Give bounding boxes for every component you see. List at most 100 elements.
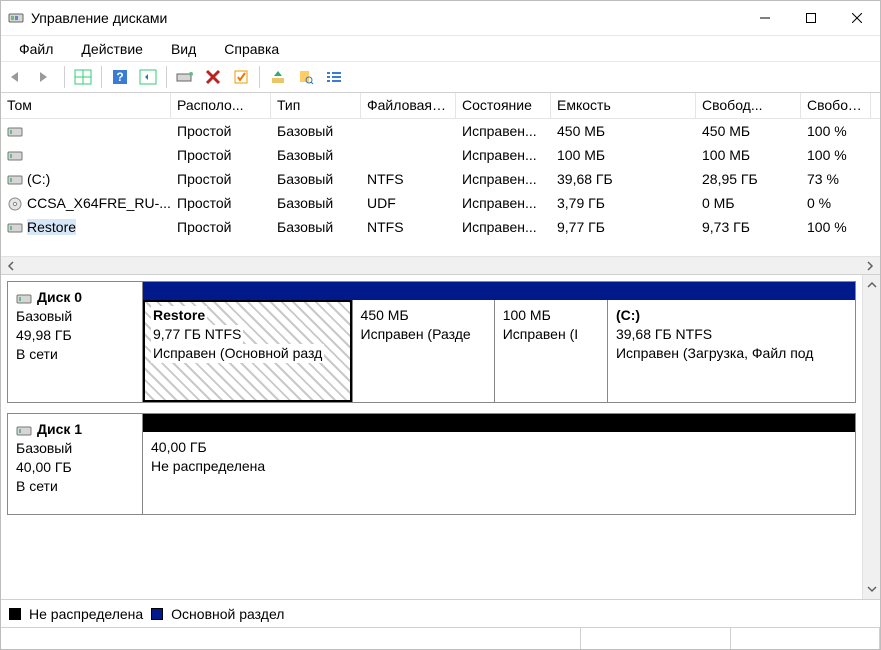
cell-text: Базовый bbox=[277, 195, 333, 211]
cell-text: Restore bbox=[27, 219, 76, 235]
cell: Базовый bbox=[271, 169, 361, 189]
view-panes-button[interactable] bbox=[70, 64, 96, 90]
cell: UDF bbox=[361, 193, 456, 213]
volume-row[interactable]: ПростойБазовыйИсправен...100 МБ100 МБ100… bbox=[1, 143, 880, 167]
menu-help[interactable]: Справка bbox=[210, 38, 293, 60]
col-volume[interactable]: Том bbox=[1, 93, 171, 118]
cell-text: Простой bbox=[177, 195, 232, 211]
partition-name: Restore bbox=[151, 306, 207, 325]
minimize-button[interactable] bbox=[742, 3, 788, 33]
disk-size: 49,98 ГБ bbox=[16, 326, 134, 345]
disk-block: Диск 0Базовый49,98 ГБВ сетиRestore9,77 Г… bbox=[7, 281, 856, 403]
disk-block: Диск 1Базовый40,00 ГБВ сети40,00 ГБНе ра… bbox=[7, 413, 856, 515]
disk-management-window: Управление дисками Файл Действие Вид Спр… bbox=[0, 0, 881, 650]
cell: Исправен... bbox=[456, 169, 551, 189]
refresh-button[interactable] bbox=[135, 64, 161, 90]
col-freepct[interactable]: Свобод... bbox=[801, 93, 871, 118]
statusbar bbox=[1, 627, 880, 649]
col-capacity[interactable]: Емкость bbox=[551, 93, 696, 118]
volumes-pane: Том Располо... Тип Файловая с... Состоян… bbox=[1, 93, 880, 275]
cell: Базовый bbox=[271, 121, 361, 141]
cell-text: (C:) bbox=[27, 171, 50, 187]
horizontal-scrollbar[interactable] bbox=[1, 256, 880, 274]
scroll-up-icon[interactable] bbox=[864, 277, 880, 293]
rescan-button[interactable] bbox=[172, 64, 198, 90]
maximize-button[interactable] bbox=[788, 3, 834, 33]
menu-file[interactable]: Файл bbox=[5, 38, 67, 60]
cell-text: 100 % bbox=[807, 219, 847, 235]
cell: CCSA_X64FRE_RU-... bbox=[1, 193, 171, 213]
partition[interactable]: 450 МБИсправен (Разде bbox=[352, 300, 494, 402]
cell-text: Базовый bbox=[277, 123, 333, 139]
col-free[interactable]: Свобод... bbox=[696, 93, 801, 118]
statusbar-cell-1 bbox=[581, 628, 731, 649]
cell: Простой bbox=[171, 217, 271, 237]
cell-text: NTFS bbox=[367, 171, 404, 187]
cell-text: CCSA_X64FRE_RU-... bbox=[27, 195, 171, 211]
cell: Базовый bbox=[271, 217, 361, 237]
partition-status: Исправен (I bbox=[503, 326, 578, 342]
volume-row[interactable]: (C:)ПростойБазовыйNTFSИсправен...39,68 Г… bbox=[1, 167, 880, 191]
cell: 9,77 ГБ bbox=[551, 217, 696, 237]
cell: Базовый bbox=[271, 193, 361, 213]
scroll-right-icon[interactable] bbox=[862, 258, 878, 274]
close-button[interactable] bbox=[834, 3, 880, 33]
cell-text: 100 МБ bbox=[557, 147, 605, 163]
disk-size: 40,00 ГБ bbox=[16, 458, 134, 477]
cell: 100 % bbox=[801, 217, 871, 237]
cell-text: 0 % bbox=[807, 195, 831, 211]
disk-info[interactable]: Диск 0Базовый49,98 ГБВ сети bbox=[8, 282, 143, 402]
cell-text: 450 МБ bbox=[702, 123, 750, 139]
grid-header: Том Располо... Тип Файловая с... Состоян… bbox=[1, 93, 880, 119]
menubar: Файл Действие Вид Справка bbox=[1, 35, 880, 61]
col-fs[interactable]: Файловая с... bbox=[361, 93, 456, 118]
up-button[interactable] bbox=[265, 64, 291, 90]
menu-view[interactable]: Вид bbox=[157, 38, 210, 60]
cell-text: 28,95 ГБ bbox=[702, 171, 758, 187]
disk-label: Диск 1 bbox=[37, 420, 82, 439]
cell-text: Простой bbox=[177, 219, 232, 235]
cell: (C:) bbox=[1, 169, 171, 189]
cell-text: 450 МБ bbox=[557, 123, 605, 139]
volumes-grid: Том Располо... Тип Файловая с... Состоян… bbox=[1, 93, 880, 256]
back-button[interactable] bbox=[5, 64, 31, 90]
partition-size: 100 МБ bbox=[503, 307, 551, 323]
cell: Базовый bbox=[271, 145, 361, 165]
col-type[interactable]: Тип bbox=[271, 93, 361, 118]
list-button[interactable] bbox=[321, 64, 347, 90]
cell-text: Базовый bbox=[277, 171, 333, 187]
col-status[interactable]: Состояние bbox=[456, 93, 551, 118]
cell bbox=[1, 123, 171, 139]
menu-action[interactable]: Действие bbox=[67, 38, 157, 60]
partition-size: 9,77 ГБ NTFS bbox=[151, 325, 243, 344]
disk-info[interactable]: Диск 1Базовый40,00 ГБВ сети bbox=[8, 414, 143, 514]
toolbar: ? bbox=[1, 61, 880, 93]
cell-text: Простой bbox=[177, 147, 232, 163]
vertical-scrollbar[interactable] bbox=[862, 275, 880, 599]
properties-button[interactable] bbox=[228, 64, 254, 90]
volume-row[interactable]: CCSA_X64FRE_RU-...ПростойБазовыйUDFИспра… bbox=[1, 191, 880, 215]
legend-primary-label: Основной раздел bbox=[171, 606, 284, 622]
scroll-down-icon[interactable] bbox=[864, 581, 880, 597]
disk-type: Базовый bbox=[16, 307, 134, 326]
volume-row[interactable]: RestoreПростойБазовыйNTFSИсправен...9,77… bbox=[1, 215, 880, 239]
cell: 73 % bbox=[801, 169, 871, 189]
window-title: Управление дисками bbox=[31, 10, 167, 26]
scroll-left-icon[interactable] bbox=[3, 258, 19, 274]
search-button[interactable] bbox=[293, 64, 319, 90]
volume-row[interactable]: ПростойБазовыйИсправен...450 МБ450 МБ100… bbox=[1, 119, 880, 143]
delete-button[interactable] bbox=[200, 64, 226, 90]
col-layout[interactable]: Располо... bbox=[171, 93, 271, 118]
partition[interactable]: (C:)39,68 ГБ NTFSИсправен (Загрузка, Фай… bbox=[607, 300, 855, 402]
help-button[interactable]: ? bbox=[107, 64, 133, 90]
cell: 3,79 ГБ bbox=[551, 193, 696, 213]
partition[interactable]: 100 МБ Исправен (I bbox=[494, 300, 607, 402]
cell: 39,68 ГБ bbox=[551, 169, 696, 189]
cell: 100 МБ bbox=[696, 145, 801, 165]
cell-text: Исправен... bbox=[462, 171, 537, 187]
partition-name: (C:) bbox=[616, 307, 640, 323]
forward-button[interactable] bbox=[33, 64, 59, 90]
legend-unallocated-label: Не распределена bbox=[29, 606, 143, 622]
partition[interactable]: Restore9,77 ГБ NTFSИсправен (Основной ра… bbox=[143, 300, 352, 402]
partition[interactable]: 40,00 ГБНе распределена bbox=[143, 432, 855, 514]
